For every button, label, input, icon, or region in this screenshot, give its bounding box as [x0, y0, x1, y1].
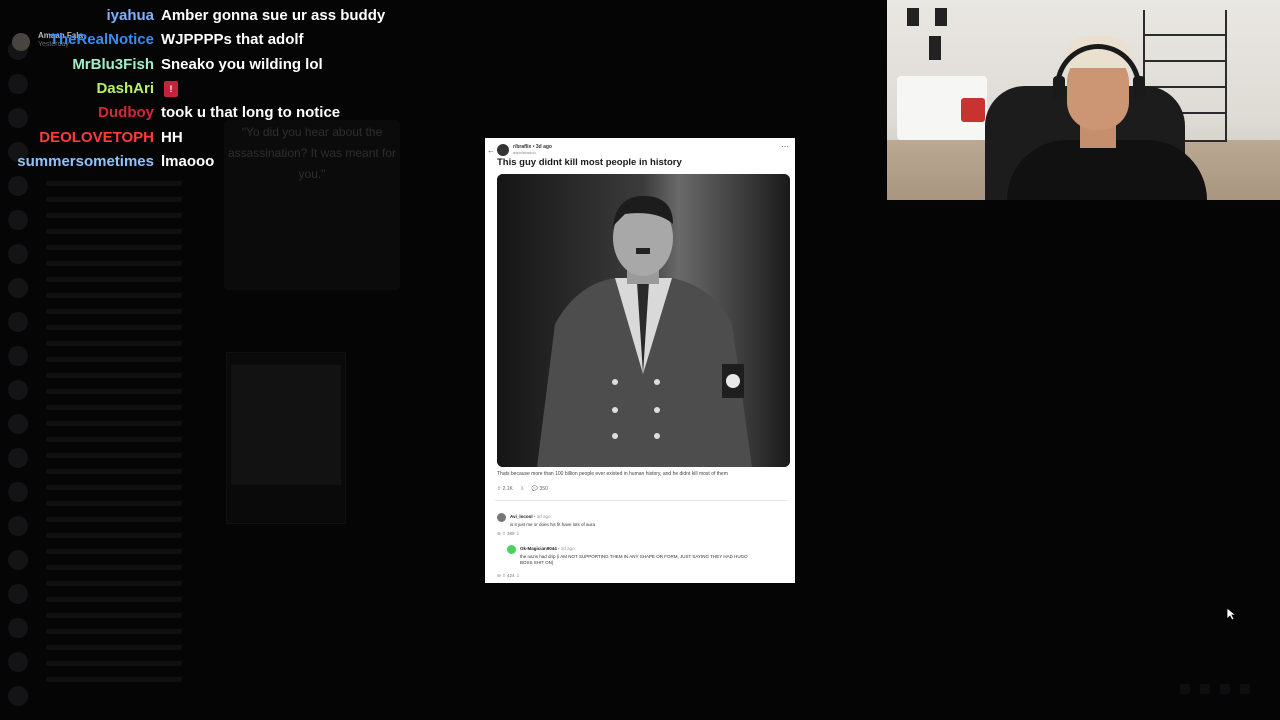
webcam-feed	[887, 0, 1280, 200]
post-image[interactable]	[497, 174, 790, 467]
back-arrow-icon[interactable]: ←	[487, 146, 495, 155]
chat-text: lmaooo	[161, 152, 215, 170]
comment-author[interactable]: Avi_locool • 3d ago	[510, 514, 550, 519]
chat-username[interactable]: summersometimes	[17, 150, 154, 174]
chat-text: Sneako you wilding lol	[161, 55, 323, 73]
reddit-post-card: ← r/braflix • 3d ago adpolitcadoo ⋯ This…	[485, 138, 795, 583]
chat-text: HH	[161, 128, 183, 146]
portrait-figure	[497, 174, 790, 467]
post-title: This guy didnt kill most people in histo…	[497, 157, 682, 168]
chat-message: DashAri!	[0, 77, 440, 101]
chat-message: MrBlu3Fish Sneako you wilding lol	[0, 53, 440, 77]
channel-list	[38, 170, 188, 690]
background-photo	[226, 352, 346, 524]
background-chat: "Yo did you hear about the assassination…	[200, 120, 400, 680]
comment-votes[interactable]: ⊖ ⇧ 389 ⇩	[497, 531, 520, 537]
commenter-avatar	[497, 513, 506, 522]
chat-username[interactable]: DEOLOVETOPH	[39, 126, 154, 150]
commenter-avatar	[507, 545, 516, 554]
upvote-button[interactable]: ⇧ 2.1K ⇩	[497, 486, 524, 492]
comment-text: is it just me or does his fit have lots …	[510, 522, 596, 527]
chat-text: took u that long to notice	[161, 104, 341, 122]
chat-text: Amber gonna sue ur ass buddy	[161, 7, 386, 24]
chat-message: Dudboy took u that long to notice	[0, 101, 440, 125]
chat-message: DEOLOVETOPH HH	[0, 126, 440, 150]
comment-author[interactable]: Ok-Magician9044 • 3d ago	[520, 546, 575, 551]
chat-username[interactable]: MrBlu3Fish	[72, 53, 154, 77]
post-author[interactable]: adpolitcadoo	[513, 150, 536, 155]
streamer-body	[1007, 140, 1207, 200]
comments-button[interactable]: 💬 350	[532, 486, 554, 492]
divider	[495, 500, 787, 501]
chat-username[interactable]: Dudboy	[98, 101, 154, 125]
subreddit-avatar	[497, 144, 509, 156]
chat-text: WJPPPPs that adolf	[161, 31, 304, 49]
pillow	[961, 98, 985, 122]
chat-username[interactable]: DashAri	[96, 77, 154, 101]
more-options-icon[interactable]: ⋯	[781, 142, 789, 151]
comment-text-continued: BOSS SHIT ON)	[520, 560, 554, 565]
bottom-toolbar	[0, 684, 1280, 698]
comment-votes[interactable]: ⊖ ⇧ 424 ⇩	[497, 573, 520, 579]
post-actions: ⇧ 2.1K ⇩ 💬 350	[497, 486, 560, 492]
chat-username[interactable]: TheRealNotice	[50, 28, 154, 52]
chat-message: summersometimes lmaooo	[0, 150, 440, 174]
chat-message: iyahua Amber gonna sue ur ass buddy	[0, 4, 440, 28]
red-emote-icon: !	[164, 80, 178, 97]
chat-message: TheRealNotice WJPPPPs that adolf	[0, 28, 440, 52]
comment-text: the nazis had drip (i AM NOT SUPPORTING …	[520, 554, 748, 559]
chat-text: !	[164, 77, 178, 101]
post-body: Thats because more than 100 billion peop…	[497, 471, 728, 477]
chat-username[interactable]: iyahua	[106, 4, 154, 28]
